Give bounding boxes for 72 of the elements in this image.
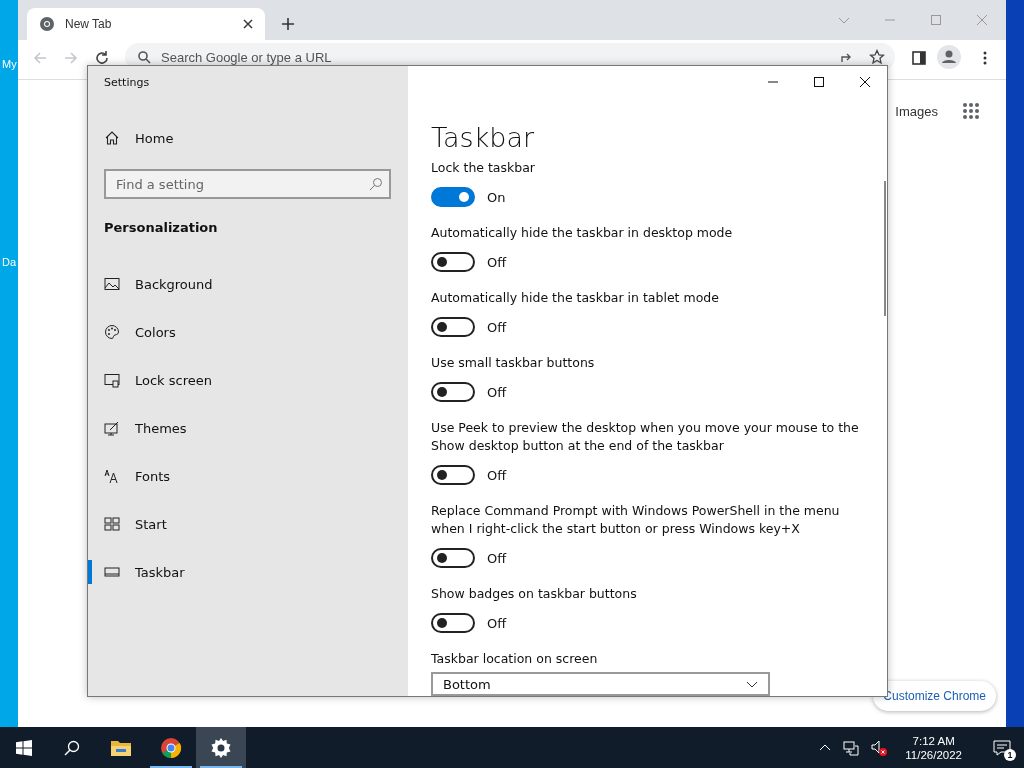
location-dropdown[interactable]: Bottom — [431, 672, 770, 696]
setting-label: Taskbar location on screen — [431, 650, 599, 668]
toggle-state: Off — [487, 615, 507, 631]
setting-label: Replace Command Prompt with Windows PowerShell in the menu when I right-click the start button or press Windows key+X — [431, 502, 841, 538]
toggle-switch[interactable] — [431, 613, 475, 633]
notification-count: 1 — [1004, 749, 1016, 761]
apps-grid-icon[interactable] — [962, 102, 980, 120]
start-icon — [104, 516, 120, 532]
chrome-logo-icon — [39, 16, 55, 32]
sidebar-item[interactable]: Colors — [88, 308, 180, 356]
page-heading: Taskbar — [431, 121, 536, 155]
message-icon — [993, 738, 1011, 757]
chrome-logo-icon — [160, 736, 182, 759]
toggle-state: Off — [487, 550, 507, 566]
setting-label: Automatically hide the taskbar in desktop mode — [431, 224, 734, 242]
scrollbar[interactable] — [884, 181, 886, 316]
maximize-icon[interactable] — [813, 76, 825, 88]
setting-label: Use Peek to preview the desktop when you move your mouse to the Show desktop button at the end of the taskbar — [431, 419, 860, 455]
taskbar-icon — [104, 564, 120, 580]
speaker-icon[interactable] — [871, 739, 888, 756]
close-icon[interactable] — [243, 19, 253, 29]
setting-label: Automatically hide the taskbar in tablet mode — [431, 289, 720, 307]
toggle-state: On — [487, 189, 506, 205]
window-title: Settings — [104, 74, 150, 91]
section-heading: Personalization — [104, 220, 218, 235]
search-icon — [64, 739, 80, 756]
profile-icon[interactable] — [937, 45, 961, 69]
sidebar-item[interactable]: Start — [88, 500, 171, 548]
toggle-switch[interactable] — [431, 317, 475, 337]
customize-chrome-button[interactable]: Customize Chrome — [873, 681, 996, 711]
side-panel-icon[interactable] — [911, 50, 927, 66]
windows-logo-icon — [16, 739, 32, 756]
browser-tab[interactable]: New Tab — [27, 8, 265, 40]
search-field[interactable]: Find a setting — [104, 169, 391, 199]
colors-icon — [104, 324, 120, 340]
toggle-switch[interactable] — [431, 465, 475, 485]
clock[interactable]: 7:12 AM 11/26/2022 — [899, 734, 968, 761]
images-link[interactable]: Images — [895, 103, 938, 119]
fonts-icon — [104, 468, 120, 484]
sidebar-item[interactable]: Lock screen — [88, 356, 216, 404]
sidebar-item[interactable]: Fonts — [88, 452, 175, 500]
gear-icon — [210, 736, 232, 759]
toggle-state: Off — [487, 254, 507, 270]
network-icon[interactable] — [843, 739, 860, 756]
search-icon — [137, 50, 151, 64]
toggle-state: Off — [487, 319, 507, 335]
toggle-state: Off — [487, 467, 507, 483]
setting-label: Lock the taskbar — [431, 159, 536, 177]
sidebar-item[interactable]: Taskbar — [88, 548, 189, 596]
sidebar-item[interactable]: Background — [88, 260, 217, 308]
notification-button[interactable]: 1 — [980, 727, 1024, 768]
sidebar-item[interactable]: Themes — [88, 404, 191, 452]
clock-time: 7:12 AM — [912, 734, 955, 747]
setting-label: Use small taskbar buttons — [431, 354, 596, 372]
toggle-switch[interactable] — [431, 187, 475, 207]
home-icon — [104, 130, 120, 146]
clock-date: 11/26/2022 — [905, 748, 962, 761]
taskbar-app-button[interactable] — [196, 727, 246, 768]
search-icon — [369, 177, 383, 191]
lock-icon — [104, 372, 120, 388]
background-icon — [104, 276, 120, 292]
home-nav-item[interactable]: Home — [104, 115, 174, 161]
new-tab-icon[interactable] — [281, 17, 295, 31]
toggle-state: Off — [487, 384, 507, 400]
toggle-switch[interactable] — [431, 548, 475, 568]
reload-icon[interactable] — [94, 50, 110, 66]
close-icon[interactable] — [859, 76, 871, 88]
toggle-switch[interactable] — [431, 382, 475, 402]
toggle-switch[interactable] — [431, 252, 475, 272]
themes-icon — [104, 420, 120, 436]
setting-label: Show badges on taskbar buttons — [431, 585, 638, 603]
star-icon[interactable] — [869, 49, 885, 65]
